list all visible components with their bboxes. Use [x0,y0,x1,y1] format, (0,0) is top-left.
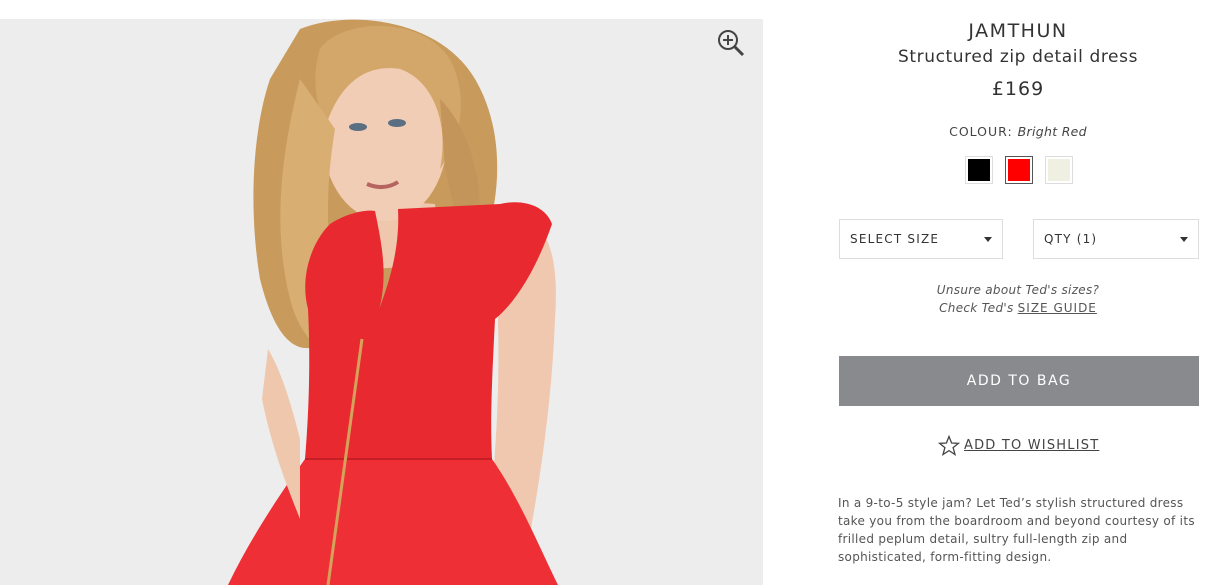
size-help: Unsure about Ted's sizes? Check Ted's SI… [830,281,1206,317]
size-select[interactable]: SELECT SIZE [839,219,1003,259]
size-help-prefix: Check Ted's [939,301,1014,315]
add-to-bag-button[interactable]: ADD TO BAG [839,356,1199,406]
product-price: £169 [991,78,1045,100]
colour-value: Bright Red [1017,124,1087,139]
product-photo [0,19,763,585]
size-help-question: Unsure about Ted's sizes? [936,283,1100,297]
swatch-fill [1008,159,1030,181]
qty-select[interactable]: QTY (1) [1033,219,1199,259]
chevron-down-icon [984,237,992,242]
size-guide-link[interactable]: SIZE GUIDE [1018,301,1097,315]
swatch-bright-red[interactable] [1005,156,1033,184]
size-select-label: SELECT SIZE [850,232,940,246]
chevron-down-icon [1180,237,1188,242]
size-help-line2: Check Ted's SIZE GUIDE [830,299,1206,317]
qty-select-label: QTY (1) [1044,232,1098,246]
colour-row: COLOUR: Bright Red [830,124,1206,139]
swatch-ivory[interactable] [1045,156,1073,184]
product-brand: JAMTHUN [968,20,1068,42]
product-description: In a 9-to-5 style jam? Let Ted’s stylish… [838,496,1195,564]
product-image-panel[interactable] [0,19,763,585]
swatch-fill [1048,159,1070,181]
star-outline-icon [938,435,960,456]
zoom-in-icon[interactable] [716,28,746,58]
swatch-black[interactable] [965,156,993,184]
wishlist-label: ADD TO WISHLIST [964,438,1100,453]
product-details: JAMTHUN Structured zip detail dress £169… [830,0,1212,585]
swatch-fill [968,159,990,181]
product-name: Structured zip detail dress [897,47,1139,67]
colour-label: COLOUR: [949,124,1013,139]
